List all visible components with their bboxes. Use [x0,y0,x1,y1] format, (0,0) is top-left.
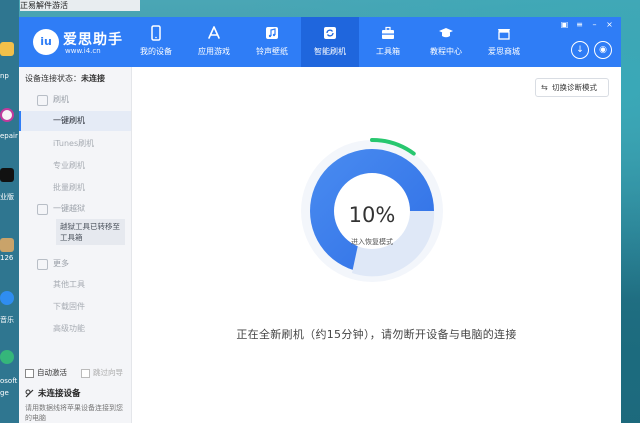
repair-app-icon[interactable] [0,108,14,122]
sidebar-item-batch-flash[interactable]: 批量刷机 [19,178,131,198]
device-status-description: 请用数据线将苹果设备连接到您的电脑 [25,404,123,422]
checkbox-label: 自动激活 [37,368,67,377]
sidebar-item-label: 高级功能 [53,324,85,333]
switch-diagnostic-mode-button[interactable]: ⇆ 切换诊断模式 [535,78,609,97]
checkbox-label: 跳过向导 [93,368,123,377]
nav-shop[interactable]: 爱思商城 [475,17,533,67]
nav-label: 铃声壁纸 [256,47,288,56]
download-icon[interactable]: ↓ [571,41,589,59]
main-nav: 我的设备 应用游戏 铃声壁纸 智能刷机 工具箱 教程中心 爱思商城 [127,17,533,67]
sidebar-item-label: 专业刷机 [53,161,85,170]
sidebar-item-label: 一键刷机 [53,116,85,125]
sidebar-group-flash: 刷机 [19,91,131,109]
music-app-icon[interactable] [0,291,14,305]
nav-label: 应用游戏 [198,47,230,56]
desktop-item-label: epair [0,132,18,140]
sidebar-item-itunes-flash[interactable]: iTunes刷机 [19,134,131,154]
brand-name: 爱思助手 [63,32,123,48]
nav-tutorials[interactable]: 教程中心 [417,17,475,67]
unlink-icon [25,389,34,398]
i4-logo-icon: iu [33,29,59,55]
title-bar: iu 爱思助手 www.i4.cn 我的设备 应用游戏 铃声壁纸 智能刷机 工具… [19,17,621,67]
menu-icon[interactable]: ≡ [574,19,585,30]
phone-icon [37,95,48,106]
desktop-item-label: 126 [0,254,14,262]
main-panel: ⇆ 切换诊断模式 10% 进入恢复模式 正在全新刷机（约15分钟），请勿断开设备… [132,67,621,423]
sidebar-item-label: 其他工具 [53,280,85,289]
apple-icon [148,25,164,41]
sidebar-group-jailbreak: 一键越狱 [19,200,131,218]
desktop-item-label: np [0,72,9,80]
nav-label: 爱思商城 [488,47,520,56]
sidebar-item-one-click-flash[interactable]: 一键刷机 [19,111,131,131]
nav-toolbox[interactable]: 工具箱 [359,17,417,67]
shop-icon [496,25,512,41]
sidebar: 设备连接状态：未连接 刷机 一键刷机 iTunes刷机 专业刷机 批量刷机 一键… [19,67,132,423]
lock-icon [37,204,48,215]
nav-my-device[interactable]: 我的设备 [127,17,185,67]
connection-status-label: 设备连接状态： [25,74,81,83]
folder-icon[interactable] [0,42,14,56]
sidebar-group-label: 更多 [53,259,69,268]
flash-icon [322,25,338,41]
capcut-icon[interactable] [0,168,14,182]
nav-smart-flash[interactable]: 智能刷机 [301,17,359,67]
desktop-item-label: osoft [0,377,18,385]
sidebar-item-label: 下载固件 [53,302,85,311]
toolbox-icon [380,25,396,41]
sidebar-item-advanced[interactable]: 高级功能 [19,319,131,339]
sidebar-item-download-firmware[interactable]: 下载固件 [19,297,131,317]
music-icon [264,25,280,41]
user-icon[interactable]: ◉ [594,41,612,59]
device-status-title: 未连接设备 [25,387,81,399]
jailbreak-moved-note: 越狱工具已转移至工具箱 [56,219,125,245]
nav-ringtones-wallpapers[interactable]: 铃声壁纸 [243,17,301,67]
switch-icon: ⇆ [541,83,548,92]
window-controls: ▣ ≡ – × [559,19,615,30]
switch-mode-label: 切换诊断模式 [552,83,597,92]
options-row: 自动激活 跳过向导 [25,367,123,378]
progress-percent: 10% [348,203,396,227]
nav-label: 教程中心 [430,47,462,56]
sidebar-group-more: 更多 [19,255,131,273]
close-icon[interactable]: × [604,19,615,30]
nav-label: 工具箱 [376,47,400,56]
flash-status-message: 正在全新刷机（约15分钟），请勿断开设备与电脑的连接 [236,328,517,341]
sidebar-item-label: iTunes刷机 [53,139,95,148]
sidebar-group-label: 刷机 [53,95,69,104]
connection-status-value: 未连接 [81,74,105,83]
auto-activate-checkbox[interactable]: 自动激活 [25,367,67,378]
grid-icon [37,259,48,270]
desktop-item-label: 音乐 [0,316,14,324]
sidebar-item-pro-flash[interactable]: 专业刷机 [19,156,131,176]
desktop-icon-column: np epair 业版 126 音乐 osoft ge [0,0,19,423]
device-status-text: 未连接设备 [38,389,81,399]
connection-status: 设备连接状态：未连接 [25,73,105,84]
nav-label: 智能刷机 [314,47,346,56]
nav-apps-games[interactable]: 应用游戏 [185,17,243,67]
app-icon[interactable] [0,238,14,252]
sidebar-group-label: 一键越狱 [53,204,85,213]
sidebar-item-label: 批量刷机 [53,183,85,192]
graduation-cap-icon [438,25,454,41]
desktop-item-label: ge [0,389,9,397]
sidebar-item-other-tools[interactable]: 其他工具 [19,275,131,295]
desktop-item-label: 业版 [0,193,14,201]
app-window: iu 爱思助手 www.i4.cn 我的设备 应用游戏 铃声壁纸 智能刷机 工具… [19,17,621,423]
desktop-top-label: 正易解件游活 [20,0,140,11]
minimize-icon[interactable]: – [589,19,600,30]
appstore-icon [206,25,222,41]
skin-icon[interactable]: ▣ [559,19,570,30]
checkbox-box [81,368,90,378]
brand-url: www.i4.cn [65,47,101,55]
skip-guide-checkbox[interactable]: 跳过向导 [81,367,123,378]
checkbox-box [25,368,34,378]
nav-label: 我的设备 [140,47,172,56]
progress-stage: 进入恢复模式 [351,238,393,246]
edge-icon[interactable] [0,350,14,364]
